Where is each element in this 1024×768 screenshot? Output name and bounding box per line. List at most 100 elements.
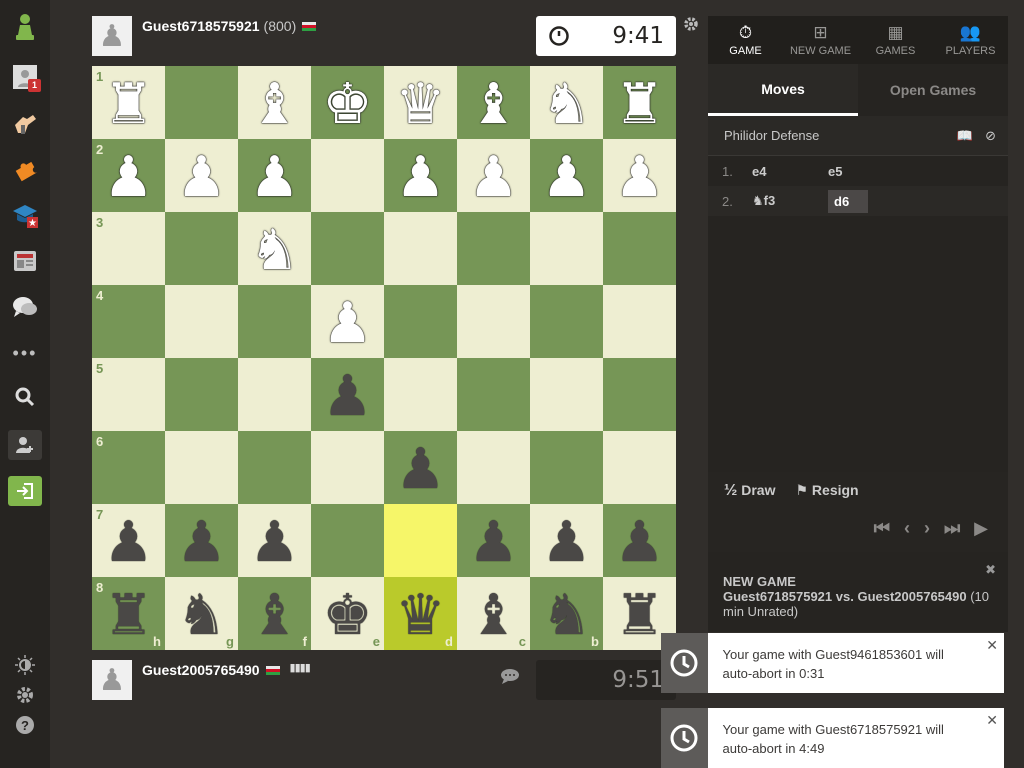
board-square[interactable] — [530, 212, 603, 285]
board-square[interactable] — [238, 358, 311, 431]
board-square[interactable]: b ♞ — [530, 577, 603, 650]
more-icon[interactable]: ••• — [8, 338, 42, 368]
close-icon[interactable]: ✖ — [985, 562, 996, 578]
bottom-player-name[interactable]: Guest2005765490 — [142, 662, 260, 678]
board-square[interactable] — [457, 212, 530, 285]
play-icon[interactable]: ▶ — [974, 518, 988, 539]
chess-piece[interactable]: ♟ — [541, 514, 591, 571]
board-square[interactable]: ♟ — [384, 139, 457, 212]
board-square[interactable]: ♟ — [238, 504, 311, 577]
board-square[interactable] — [311, 212, 384, 285]
board-square[interactable]: 8 h ♜ — [92, 577, 165, 650]
board-square[interactable]: ♝ — [238, 66, 311, 139]
chess-piece[interactable]: ♜ — [103, 76, 153, 133]
board-square[interactable]: 1 ♜ — [92, 66, 165, 139]
chess-piece[interactable]: ♟ — [541, 149, 591, 206]
first-move-icon[interactable]: ⏮ — [874, 518, 890, 539]
chess-piece[interactable]: ♟ — [468, 149, 518, 206]
subtab-moves[interactable]: Moves — [708, 64, 858, 116]
chess-piece[interactable]: ♞ — [541, 587, 591, 644]
search-icon[interactable] — [8, 382, 42, 412]
book-icon[interactable]: 📖 — [957, 128, 973, 144]
board-square[interactable] — [603, 212, 676, 285]
news-icon[interactable] — [8, 246, 42, 276]
board-square[interactable]: d ♛ — [384, 577, 457, 650]
board-square[interactable]: e ♚ — [311, 577, 384, 650]
chess-piece[interactable]: ♟ — [249, 514, 299, 571]
board-square[interactable] — [603, 431, 676, 504]
board-square[interactable] — [165, 285, 238, 358]
chess-piece[interactable]: ♛ — [395, 76, 445, 133]
chess-piece[interactable]: ♟ — [614, 514, 664, 571]
chess-piece[interactable]: ♜ — [103, 587, 153, 644]
tab-game[interactable]: ⏱ GAME — [708, 16, 783, 64]
board-square[interactable]: 2 ♟ — [92, 139, 165, 212]
chat-bubble-icon[interactable] — [500, 668, 522, 686]
board-square[interactable] — [311, 139, 384, 212]
hand-icon[interactable] — [8, 108, 42, 138]
board-square[interactable]: ♛ — [384, 66, 457, 139]
chess-piece[interactable]: ♞ — [541, 76, 591, 133]
graduation-icon[interactable]: ★ — [8, 200, 42, 230]
board-square[interactable]: ♟ — [530, 504, 603, 577]
chess-piece[interactable]: ♟ — [103, 514, 153, 571]
board-square[interactable]: f ♝ — [238, 577, 311, 650]
move-white[interactable]: ♞f3 — [752, 193, 828, 209]
board-square[interactable] — [165, 358, 238, 431]
last-move-icon[interactable]: ⏭ — [944, 518, 960, 539]
board-square[interactable]: ♟ — [603, 504, 676, 577]
chess-piece[interactable]: ♚ — [322, 76, 372, 133]
board-square[interactable]: ♟ — [384, 431, 457, 504]
board-square[interactable] — [311, 431, 384, 504]
chess-piece[interactable]: ♝ — [468, 587, 518, 644]
user-add-icon[interactable] — [8, 430, 42, 460]
board-square[interactable]: ♟ — [238, 139, 311, 212]
chess-piece[interactable]: ♝ — [249, 587, 299, 644]
board-square[interactable] — [603, 285, 676, 358]
board-square[interactable]: ♟ — [530, 139, 603, 212]
login-icon[interactable] — [8, 476, 42, 506]
board-square[interactable] — [530, 285, 603, 358]
board-square[interactable]: ♝ — [457, 66, 530, 139]
board-square[interactable] — [384, 212, 457, 285]
avatar[interactable]: ♟ — [92, 16, 132, 56]
board-square[interactable] — [165, 66, 238, 139]
chess-piece[interactable]: ♟ — [103, 149, 153, 206]
chess-piece[interactable]: ♟ — [395, 441, 445, 498]
board-square[interactable]: 5 — [92, 358, 165, 431]
compass-icon[interactable]: ⊘ — [985, 128, 996, 144]
help-icon[interactable]: ? — [8, 710, 42, 740]
board-square[interactable] — [238, 431, 311, 504]
board-square[interactable]: ♟ — [165, 139, 238, 212]
next-move-icon[interactable]: › — [924, 518, 930, 539]
board-square[interactable]: ♟ — [311, 285, 384, 358]
chat-icon[interactable] — [8, 292, 42, 322]
chess-piece[interactable]: ♜ — [614, 76, 664, 133]
new-game-white[interactable]: Guest6718575921 — [723, 589, 832, 604]
move-black-current[interactable]: d6 — [828, 189, 868, 213]
board-square[interactable]: ♞ — [530, 66, 603, 139]
pawn-logo-icon[interactable] — [8, 12, 42, 42]
tab-new-game[interactable]: ⊞ NEW GAME — [783, 16, 858, 64]
move-black[interactable]: e5 — [828, 164, 904, 179]
chess-piece[interactable]: ♞ — [176, 587, 226, 644]
board-square[interactable]: ♟ — [311, 358, 384, 431]
board-square[interactable]: 4 — [92, 285, 165, 358]
move-white[interactable]: e4 — [752, 164, 828, 179]
board-square[interactable]: c ♝ — [457, 577, 530, 650]
avatar[interactable]: ♟ — [92, 660, 132, 700]
chess-piece[interactable]: ♟ — [614, 149, 664, 206]
board-square[interactable] — [384, 358, 457, 431]
board-square[interactable] — [457, 285, 530, 358]
board-square[interactable] — [530, 431, 603, 504]
board-square[interactable]: 7 ♟ — [92, 504, 165, 577]
resign-button[interactable]: ⚑ Resign — [795, 482, 858, 500]
gear-icon[interactable] — [8, 680, 42, 710]
chess-piece[interactable]: ♝ — [249, 76, 299, 133]
chess-piece[interactable]: ♚ — [322, 587, 372, 644]
chess-piece[interactable]: ♟ — [322, 295, 372, 352]
board-square[interactable] — [165, 212, 238, 285]
chess-piece[interactable]: ♟ — [176, 514, 226, 571]
board-square[interactable]: 6 — [92, 431, 165, 504]
chess-piece[interactable]: ♟ — [468, 514, 518, 571]
